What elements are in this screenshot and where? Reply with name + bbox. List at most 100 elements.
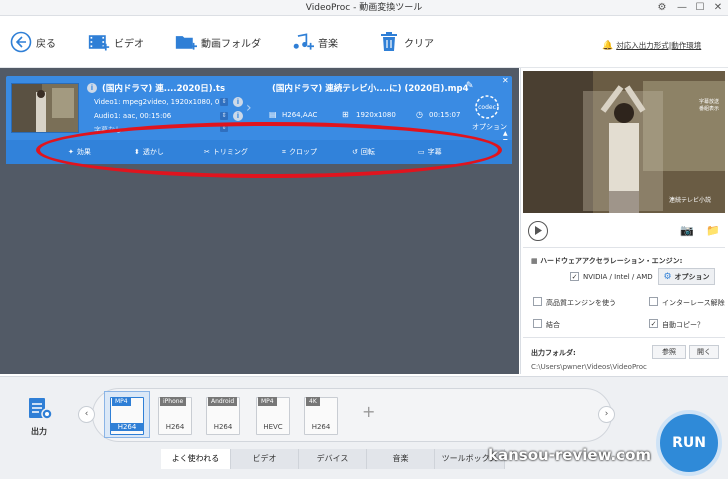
high-quality-label: 高品質エンジンを使う	[546, 299, 616, 307]
input-file-name: (国内ドラマ) 連....2020日).ts	[102, 84, 226, 94]
chip-icon: ▦	[531, 257, 538, 265]
video-info-icon[interactable]: i	[233, 97, 243, 107]
edit-name-icon[interactable]: ✎	[466, 81, 474, 91]
run-label: RUN	[672, 435, 706, 451]
format-iphone-h264[interactable]: iPhone H264	[158, 393, 196, 437]
add-folder-button[interactable]: 動画フォルダ	[175, 30, 261, 54]
merge-checkbox[interactable]	[533, 319, 542, 328]
overlay-line-2: 番組表示	[698, 106, 719, 112]
format-android-h264[interactable]: Android H264	[206, 393, 244, 437]
format-codec: H264	[110, 423, 144, 431]
resolution-icon: ⊞	[342, 110, 349, 119]
video-label: ビデオ	[114, 38, 144, 50]
output-settings-icon[interactable]	[27, 396, 55, 422]
format-tag: Android	[208, 397, 238, 406]
overlay-line-1: 字幕放送	[698, 99, 719, 105]
add-format-icon[interactable]: +	[362, 402, 375, 421]
format-codec: H264	[213, 423, 233, 431]
high-quality-checkbox[interactable]	[533, 297, 542, 306]
window-title: VideoProc - 動画変換ツール	[305, 3, 423, 13]
folder-add-icon	[175, 31, 197, 53]
back-button[interactable]: 戻る	[10, 30, 56, 54]
hw-accel-label: ハードウェアアクセラレーション・エンジン:	[540, 257, 683, 265]
play-button[interactable]	[528, 221, 548, 241]
back-arrow-icon	[10, 31, 32, 53]
video-add-icon	[88, 31, 110, 53]
output-label: 出力	[31, 427, 47, 436]
info-icon[interactable]: i	[87, 83, 97, 93]
output-file-name: (国内ドラマ) 連続テレビ小....に) (2020日).mp4	[272, 84, 469, 94]
deinterlace-checkbox[interactable]	[649, 297, 658, 306]
video-track-info: Video1: mpeg2video, 1920x1080, 0...	[94, 98, 227, 106]
format-notice-link[interactable]: 🔔 対応入出力形式|動作環境	[602, 40, 701, 51]
output-resolution: 1920x1080	[356, 111, 396, 119]
format-codec: HEVC	[263, 423, 283, 431]
scroll-up-icon[interactable]: ▲	[503, 130, 508, 137]
format-mp4-hevc[interactable]: MP4 HEVC	[256, 393, 294, 437]
option-label[interactable]: オプション	[472, 122, 507, 132]
merge-label: 結合	[546, 321, 560, 329]
audio-track-select[interactable]: ⇕	[220, 112, 228, 120]
tab-video[interactable]: ビデオ	[231, 449, 299, 469]
format-4k-h264[interactable]: 4K H264	[304, 393, 342, 437]
tab-popular[interactable]: よく使われる	[161, 449, 231, 469]
clear-button[interactable]: クリア	[378, 30, 434, 54]
divider	[523, 337, 725, 338]
divider	[523, 247, 725, 248]
format-notice-label: 対応入出力形式|動作環境	[616, 41, 702, 50]
codec-settings-icon[interactable]: codec	[474, 94, 500, 122]
hw-option-label: オプション	[674, 272, 710, 281]
hw-accel-title: ▦ ハードウェアアクセラレーション・エンジン:	[531, 256, 682, 266]
carousel-prev-button[interactable]: ‹	[78, 406, 95, 423]
format-tag: MP4	[112, 397, 131, 406]
chevron-right-icon: ›	[246, 100, 252, 116]
tab-device[interactable]: デバイス	[299, 449, 367, 469]
preview-overlay: 字幕放送 番組表示	[699, 99, 719, 113]
close-icon[interactable]: ✕	[708, 0, 728, 16]
format-tag: iPhone	[160, 397, 187, 406]
format-codec: H264	[311, 423, 331, 431]
format-mp4-h264[interactable]: MP4 H264	[110, 393, 148, 437]
video-folder-label: 動画フォルダ	[201, 38, 261, 50]
output-duration: 00:15:07	[429, 111, 461, 119]
maximize-icon[interactable]: ☐	[690, 0, 710, 16]
hw-option-button[interactable]: ⚙ オプション	[658, 268, 715, 285]
tab-music[interactable]: 音楽	[367, 449, 435, 469]
remove-file-icon[interactable]: ✕	[502, 76, 509, 85]
back-label: 戻る	[36, 38, 56, 50]
add-video-button[interactable]: ビデオ	[88, 30, 144, 54]
play-icon	[535, 226, 542, 235]
bell-icon: 🔔	[602, 40, 614, 51]
film-icon: ▤	[269, 110, 277, 119]
video-track-select[interactable]: ⇕	[220, 98, 228, 106]
format-tag: MP4	[258, 397, 277, 406]
music-add-icon	[292, 31, 314, 53]
run-button[interactable]: RUN	[656, 410, 722, 476]
format-tag: 4K	[306, 397, 320, 406]
overlay-line-3: 連続テレビ小説	[668, 197, 711, 204]
auto-copy-checkbox[interactable]: ✓	[649, 319, 658, 328]
highlight-oval	[36, 122, 502, 178]
browse-button[interactable]: 参照	[652, 345, 686, 359]
audio-track-info: Audio1: aac, 00:15:06	[94, 112, 172, 120]
trash-icon	[378, 31, 400, 53]
folder-icon[interactable]: 📁	[706, 224, 720, 237]
output-folder-label: 出力フォルダ:	[531, 349, 576, 357]
video-preview: 字幕放送 番組表示 連続テレビ小説	[523, 71, 725, 213]
hw-engine-checkbox[interactable]: ✓	[570, 272, 579, 281]
auto-copy-label: 自動コピー？	[662, 321, 704, 329]
minimize-icon[interactable]: —	[672, 0, 692, 16]
gear-icon: ⚙	[663, 271, 672, 282]
audio-info-icon[interactable]: i	[233, 111, 243, 121]
hw-engine-label: NVIDIA / Intel / AMD	[583, 273, 653, 281]
output-path: C:\Users\pwner\Videos\VideoProc	[531, 363, 647, 371]
carousel-next-button[interactable]: ›	[598, 406, 615, 423]
camera-icon[interactable]: 📷	[680, 224, 694, 237]
add-music-button[interactable]: 音楽	[292, 30, 338, 54]
gear-icon[interactable]: ⚙	[652, 0, 672, 16]
codec-icon-label: codec	[478, 104, 496, 111]
title-bar: VideoProc - 動画変換ツール ⚙ — ☐ ✕	[0, 0, 728, 16]
open-folder-button[interactable]: 開く	[689, 345, 719, 359]
output-codec: H264,AAC	[282, 111, 318, 119]
clear-label: クリア	[404, 38, 434, 50]
